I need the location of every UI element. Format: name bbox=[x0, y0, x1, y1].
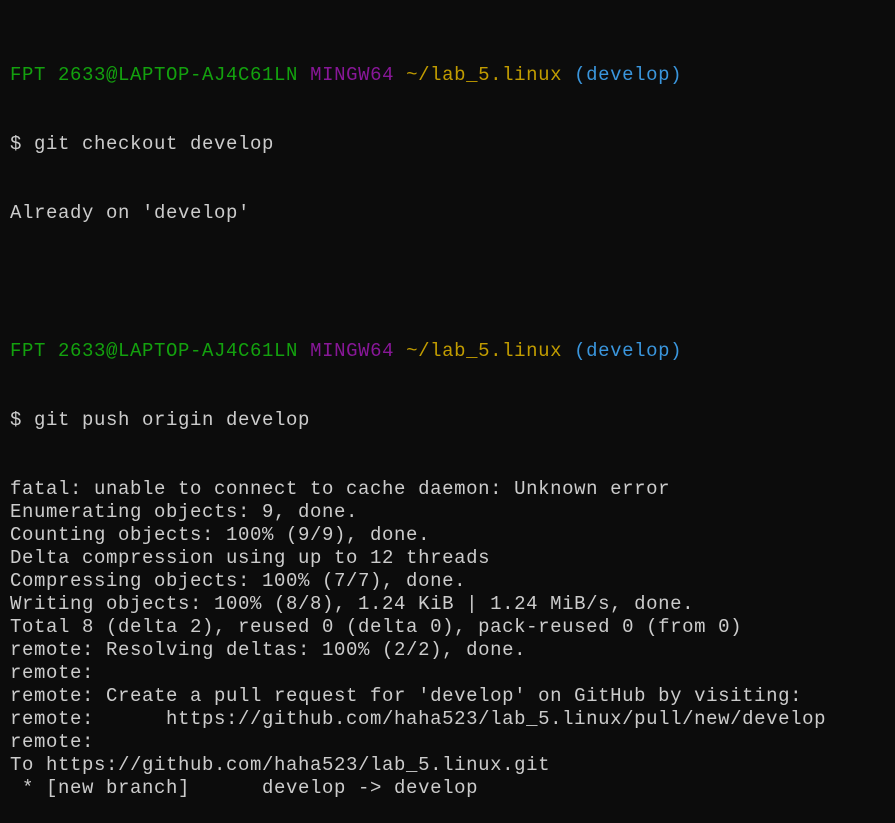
prompt-user-host: FPT 2633@LAPTOP-AJ4C61LN bbox=[10, 64, 299, 86]
output-line: remote: bbox=[10, 731, 95, 753]
prompt-branch: (develop) bbox=[574, 64, 683, 86]
output-line: Writing objects: 100% (8/8), 1.24 KiB | … bbox=[10, 593, 695, 615]
command-line: $ git checkout develop bbox=[10, 133, 275, 155]
output-line: remote: bbox=[10, 662, 95, 684]
prompt-line: FPT 2633@LAPTOP-AJ4C61LN MINGW64 ~/lab_5… bbox=[10, 340, 895, 363]
output-line: remote: Create a pull request for 'devel… bbox=[10, 685, 803, 707]
prompt-path: ~/lab_5.linux bbox=[406, 340, 563, 362]
output-line: Total 8 (delta 2), reused 0 (delta 0), p… bbox=[10, 616, 743, 638]
command-line: $ git push origin develop bbox=[10, 409, 311, 431]
terminal-output[interactable]: FPT 2633@LAPTOP-AJ4C61LN MINGW64 ~/lab_5… bbox=[0, 0, 895, 823]
output-line: Delta compression using up to 12 threads bbox=[10, 547, 491, 569]
output-line: Counting objects: 100% (9/9), done. bbox=[10, 524, 431, 546]
prompt-system: MINGW64 bbox=[310, 64, 395, 86]
prompt-path: ~/lab_5.linux bbox=[406, 64, 563, 86]
output-line: remote: https://github.com/haha523/lab_5… bbox=[10, 708, 827, 730]
prompt-line: FPT 2633@LAPTOP-AJ4C61LN MINGW64 ~/lab_5… bbox=[10, 64, 895, 87]
prompt-system: MINGW64 bbox=[310, 340, 395, 362]
output-line: Already on 'develop' bbox=[10, 202, 251, 224]
prompt-branch: (develop) bbox=[574, 340, 683, 362]
output-line: fatal: unable to connect to cache daemon… bbox=[10, 478, 671, 500]
output-line: Enumerating objects: 9, done. bbox=[10, 501, 359, 523]
prompt-user-host: FPT 2633@LAPTOP-AJ4C61LN bbox=[10, 340, 299, 362]
output-line: remote: Resolving deltas: 100% (2/2), do… bbox=[10, 639, 527, 661]
output-line: * [new branch] develop -> develop bbox=[10, 777, 479, 799]
output-line: To https://github.com/haha523/lab_5.linu… bbox=[10, 754, 551, 776]
output-line: Compressing objects: 100% (7/7), done. bbox=[10, 570, 467, 592]
